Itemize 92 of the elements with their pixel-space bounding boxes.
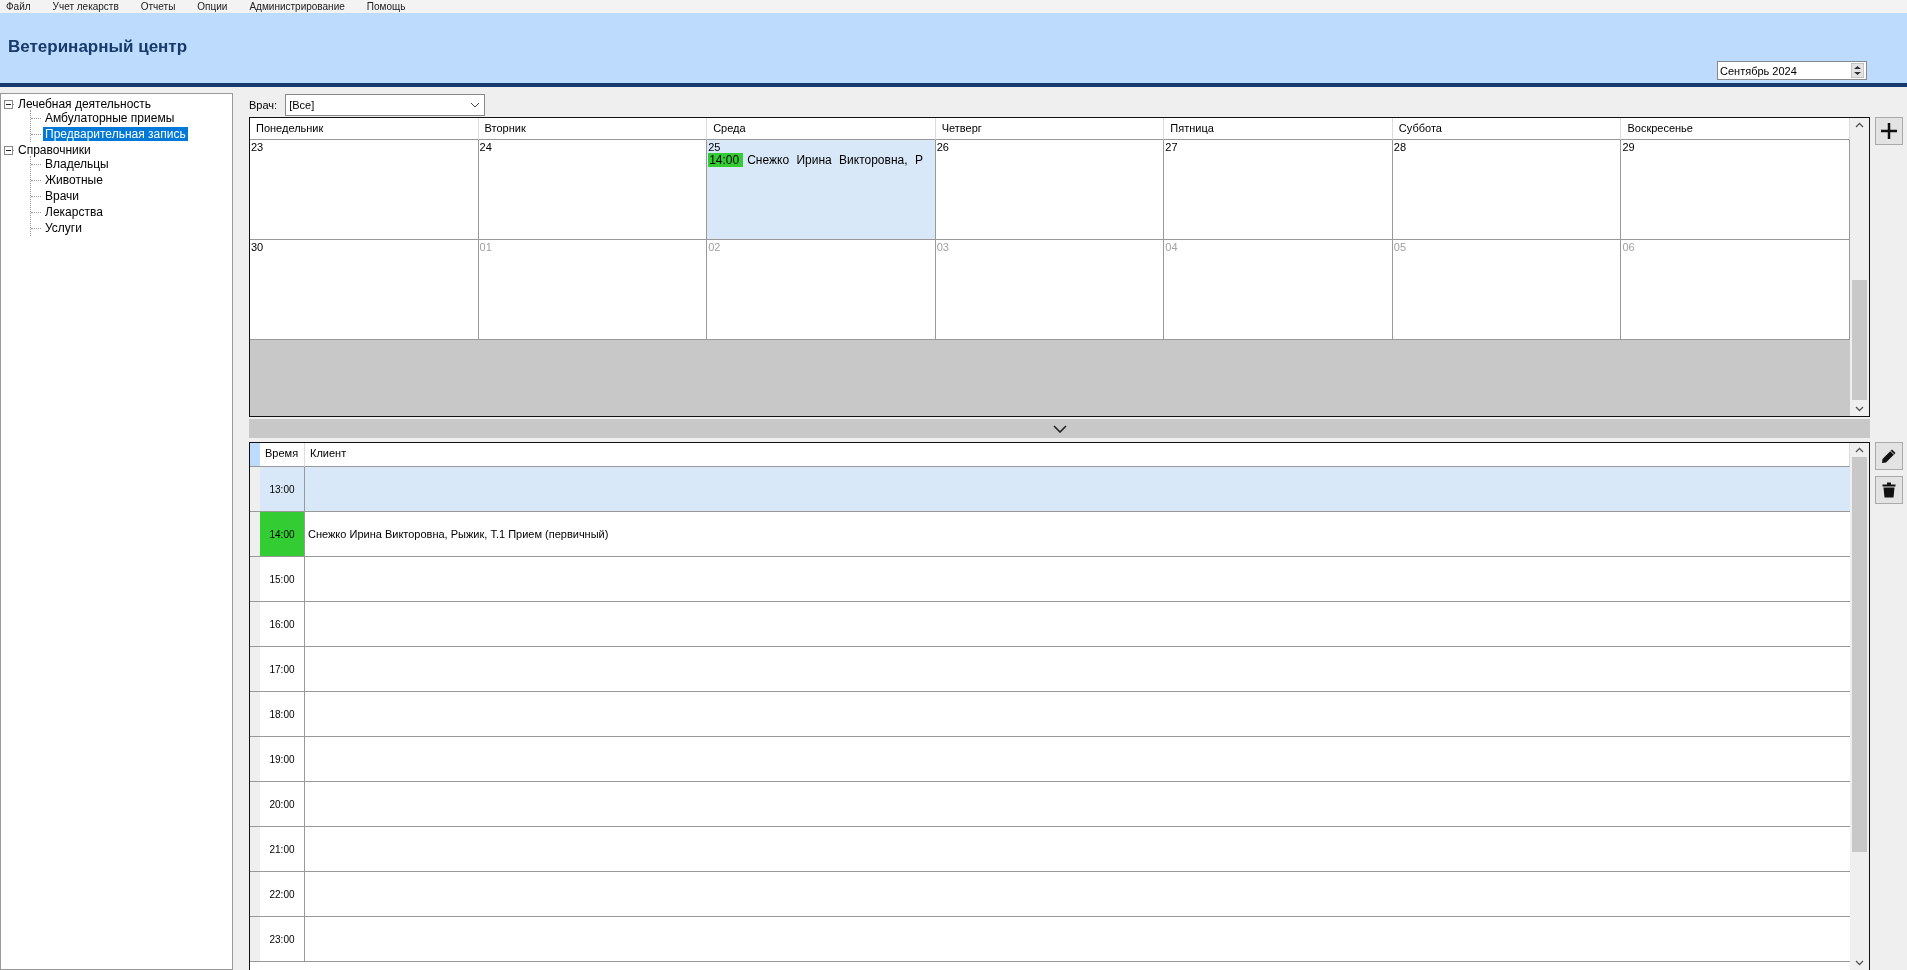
plus-icon (1880, 122, 1898, 140)
day-number: 27 (1165, 141, 1179, 153)
scroll-down-icon[interactable] (1855, 960, 1864, 966)
weekday-header: Вторник (478, 118, 708, 140)
row-selector[interactable] (250, 512, 260, 557)
day-number: 02 (708, 241, 722, 253)
day-number: 05 (1393, 241, 1408, 253)
edit-button[interactable] (1875, 442, 1903, 470)
pencil-icon (1881, 448, 1897, 464)
day-number: 01 (479, 241, 493, 253)
day-number: 25 (708, 141, 722, 153)
time-cell: 18:00 (260, 692, 305, 737)
scroll-up-icon[interactable] (1855, 122, 1864, 128)
day-cell[interactable]: 25 14:00 Снежко Ирина Викторовна, Р (707, 140, 936, 240)
day-cell[interactable]: 26 (935, 140, 1165, 240)
trash-icon (1882, 482, 1896, 498)
client-cell[interactable]: Снежко Ирина Викторовна, Рыжик, Т.1 Прием (первичный) (305, 512, 1850, 557)
scrollbar[interactable] (1850, 443, 1869, 970)
day-number: 03 (936, 241, 950, 253)
day-number: 29 (1622, 141, 1636, 153)
menu-item[interactable]: Файл (6, 0, 31, 13)
add-button[interactable] (1875, 117, 1903, 145)
day-cell[interactable]: 23 (250, 140, 479, 240)
menu-item[interactable]: Отчеты (140, 0, 176, 13)
menu-item[interactable]: Учет лекарств (52, 0, 119, 13)
day-cell[interactable]: 24 (478, 140, 708, 240)
time-cell: 13:00 (260, 467, 305, 512)
row-selector[interactable] (250, 827, 260, 872)
event-text[interactable]: Снежко Ирина Викторовна, Р (747, 153, 923, 167)
day-number: 24 (479, 141, 493, 153)
menu-item[interactable]: Помощь (366, 0, 406, 13)
delete-button[interactable] (1875, 476, 1903, 504)
tree-item[interactable]: Владельцы (43, 157, 111, 171)
day-number: 30 (251, 241, 265, 253)
collapse-icon[interactable] (4, 145, 15, 155)
day-cell[interactable]: 29 (1621, 140, 1850, 240)
weekday-header: Четверг (935, 118, 1165, 140)
time-cell: 16:00 (260, 602, 305, 647)
day-number: 04 (1165, 241, 1179, 253)
app-title: Ветеринарный центр (8, 37, 188, 57)
scroll-down-icon[interactable] (1855, 406, 1864, 412)
time-cell: 20:00 (260, 782, 305, 827)
row-selector[interactable] (250, 692, 260, 737)
day-number: 28 (1393, 141, 1408, 153)
day-cell[interactable]: 30 (250, 240, 479, 340)
tree-item[interactable]: Лечебная деятельность (16, 97, 154, 111)
tree-item[interactable]: Лекарства (43, 205, 105, 219)
time-cell: 14:00 (260, 512, 305, 557)
weekday-header: Среда (707, 118, 936, 140)
tree-item[interactable]: Справочники (16, 143, 93, 157)
weekday-header: Суббота (1392, 118, 1622, 140)
row-selector[interactable] (250, 557, 260, 602)
weekday-header: Воскресенье (1621, 118, 1850, 140)
time-cell: 17:00 (260, 647, 305, 692)
client-cell[interactable] (305, 467, 1850, 512)
scroll-up-icon[interactable] (1855, 447, 1864, 453)
collapse-icon[interactable] (4, 99, 15, 109)
scrollbar[interactable] (1850, 118, 1869, 416)
row-selector[interactable] (250, 647, 260, 692)
day-cell[interactable]: 27 (1164, 140, 1393, 240)
day-number: 26 (936, 141, 950, 153)
time-cell: 23:00 (260, 917, 305, 962)
tree-item[interactable]: Предварительная запись (43, 127, 188, 141)
time-cell: 22:00 (260, 872, 305, 917)
time-cell: 19:00 (260, 737, 305, 782)
tree-item[interactable]: Амбулаторные приемы (43, 111, 177, 125)
time-cell: 15:00 (260, 557, 305, 602)
menu-item[interactable]: Администрирование (249, 0, 345, 13)
weekday-header: Пятница (1164, 118, 1393, 140)
event-time: 14:00 (708, 153, 744, 167)
row-selector[interactable] (250, 737, 260, 782)
tree-item[interactable]: Услуги (43, 221, 84, 235)
doctor-label: Врач: (249, 99, 278, 111)
tree-item[interactable]: Врачи (43, 189, 82, 203)
day-number: 23 (251, 141, 265, 153)
month-spinner[interactable]: Сентябрь 2024 (1717, 61, 1867, 80)
weekday-header: Понедельник (250, 118, 479, 140)
row-selector[interactable] (250, 782, 260, 827)
spinner-arrows-icon[interactable] (1851, 63, 1864, 78)
day-number: 06 (1622, 241, 1636, 253)
caret-icon (470, 102, 481, 108)
tree-item[interactable]: Животные (43, 173, 105, 187)
row-selector[interactable] (250, 467, 260, 512)
chevron-down-icon[interactable] (1052, 424, 1067, 433)
row-selector[interactable] (250, 602, 260, 647)
row-selector-header (250, 443, 260, 467)
row-selector[interactable] (250, 917, 260, 962)
time-cell: 21:00 (260, 827, 305, 872)
doctor-dropdown[interactable]: [Все] (285, 94, 486, 116)
menu-item[interactable]: Опции (197, 0, 228, 13)
row-selector[interactable] (250, 872, 260, 917)
day-cell[interactable]: 28 (1392, 140, 1622, 240)
